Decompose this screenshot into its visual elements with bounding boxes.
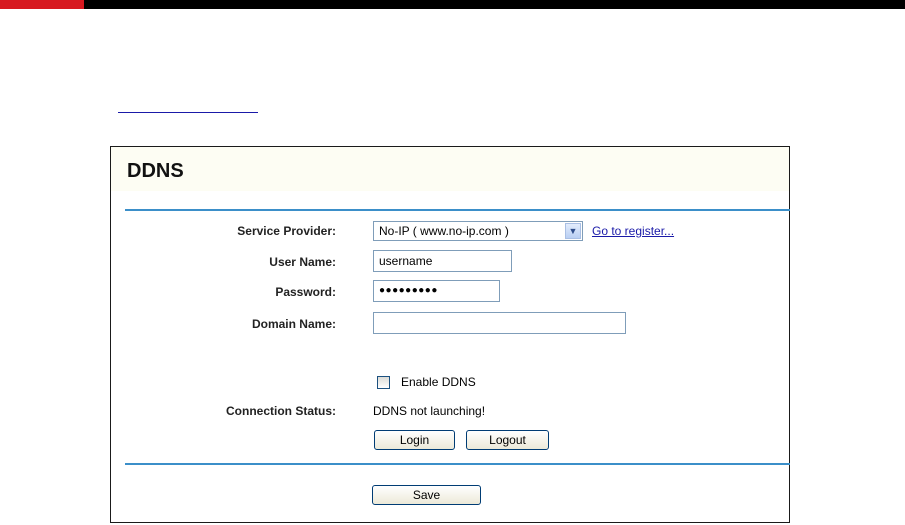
service-provider-label: Service Provider: <box>237 224 336 238</box>
top-banner-bar <box>0 0 905 9</box>
top-link-underline <box>118 112 258 113</box>
logout-button[interactable]: Logout <box>466 430 549 450</box>
enable-ddns-label: Enable DDNS <box>401 375 476 389</box>
chevron-down-icon[interactable]: ▼ <box>565 223 581 239</box>
enable-ddns-checkbox[interactable] <box>377 376 390 389</box>
domain-name-input[interactable] <box>373 312 626 334</box>
page-title: DDNS <box>127 160 184 182</box>
service-provider-selected: No-IP ( www.no-ip.com ) <box>379 224 509 238</box>
panel-header: DDNS <box>111 147 789 191</box>
user-name-label: User Name: <box>269 255 336 269</box>
header-divider <box>125 209 790 211</box>
ddns-panel: DDNS Service Provider: No-IP ( www.no-ip… <box>110 146 790 523</box>
service-provider-select[interactable]: No-IP ( www.no-ip.com ) ▼ <box>373 221 583 241</box>
login-button[interactable]: Login <box>374 430 455 450</box>
top-banner-accent <box>0 0 84 9</box>
footer-divider <box>125 463 790 465</box>
save-button[interactable]: Save <box>372 485 481 505</box>
password-input[interactable]: ●●●●●●●●● <box>373 280 500 302</box>
user-name-input[interactable]: username <box>373 250 512 272</box>
password-label: Password: <box>275 285 336 299</box>
connection-status-value: DDNS not launching! <box>373 404 486 418</box>
top-link[interactable] <box>118 95 258 113</box>
connection-status-label: Connection Status: <box>226 404 336 418</box>
domain-name-label: Domain Name: <box>251 317 336 331</box>
go-to-register-link[interactable]: Go to register... <box>592 224 674 238</box>
